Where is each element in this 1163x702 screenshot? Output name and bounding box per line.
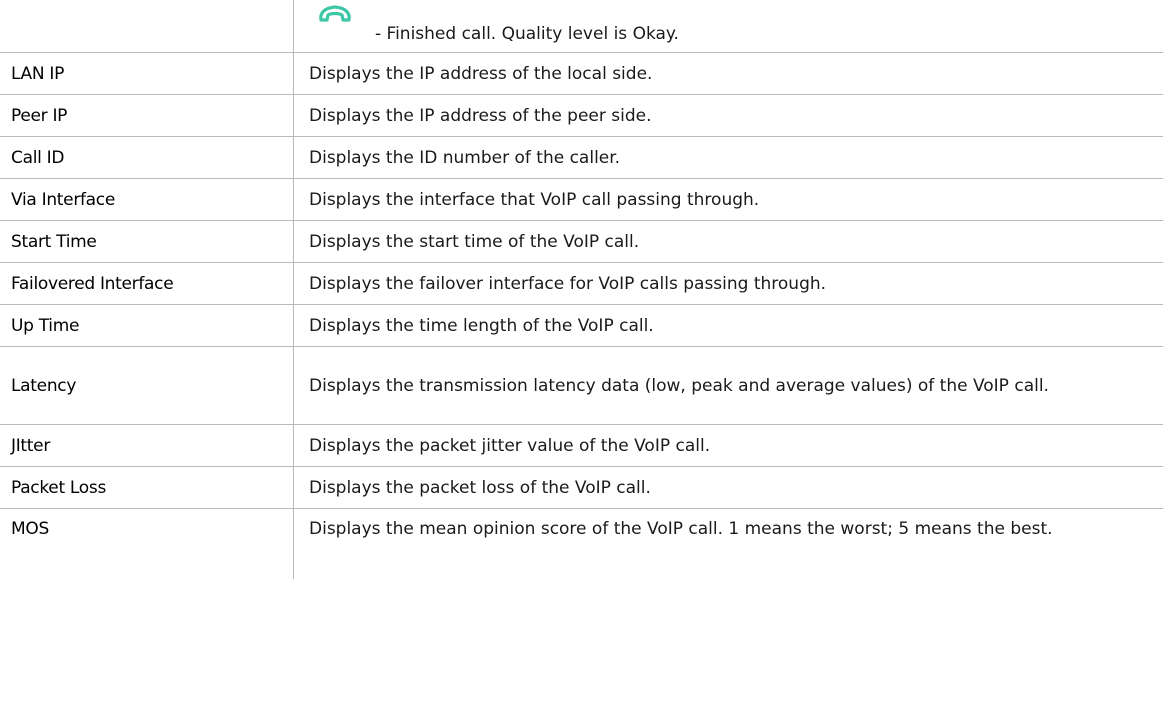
term-description: Displays the mean opinion score of the V… [309, 519, 1053, 539]
table-row: Via Interface Displays the interface tha… [0, 178, 1163, 221]
table-row: Packet Loss Displays the packet loss of … [0, 466, 1163, 509]
term-description: Displays the IP address of the peer side… [309, 105, 652, 126]
term-description: Displays the IP address of the local sid… [309, 63, 653, 84]
table-row: LAN IP Displays the IP address of the lo… [0, 52, 1163, 95]
legend-row: - Finished call. Quality level is Okay. [0, 0, 1163, 53]
term-description: Displays the transmission latency data (… [309, 375, 1049, 396]
table-row: MOS Displays the mean opinion score of t… [0, 508, 1163, 579]
term-label: Packet Loss [11, 477, 107, 498]
table-row: Latency Displays the transmission latenc… [0, 346, 1163, 425]
term-label: Call ID [11, 147, 65, 168]
term-description: Displays the failover interface for VoIP… [309, 273, 827, 294]
term-description: Displays the ID number of the caller. [309, 147, 621, 168]
term-label: JItter [11, 435, 51, 456]
table-row: Up Time Displays the time length of the … [0, 304, 1163, 347]
term-description: Displays the time length of the VoIP cal… [309, 315, 654, 336]
legend-desc-cell: - Finished call. Quality level is Okay. [293, 0, 1163, 53]
parameter-table: - Finished call. Quality level is Okay. … [0, 0, 1163, 579]
term-description: Displays the packet loss of the VoIP cal… [309, 477, 651, 498]
term-label: Via Interface [11, 189, 116, 210]
table-row: JItter Displays the packet jitter value … [0, 424, 1163, 467]
table-row: Call ID Displays the ID number of the ca… [0, 136, 1163, 179]
term-description: Displays the start time of the VoIP call… [309, 231, 640, 252]
legend-text: - Finished call. Quality level is Okay. [375, 24, 679, 44]
term-label: LAN IP [11, 63, 65, 84]
term-label: Latency [11, 375, 77, 396]
legend-term-cell [0, 0, 294, 53]
finished-call-okay-icon [317, 2, 353, 26]
table-row: Peer IP Displays the IP address of the p… [0, 94, 1163, 137]
term-label: Peer IP [11, 105, 68, 126]
term-label: Up Time [11, 315, 80, 336]
term-label: Failovered Interface [11, 273, 174, 294]
term-description: Displays the packet jitter value of the … [309, 435, 711, 456]
term-label: Start Time [11, 231, 97, 252]
term-label: MOS [11, 519, 49, 539]
term-description: Displays the interface that VoIP call pa… [309, 189, 760, 210]
table-row: Failovered Interface Displays the failov… [0, 262, 1163, 305]
table-row: Start Time Displays the start time of th… [0, 220, 1163, 263]
